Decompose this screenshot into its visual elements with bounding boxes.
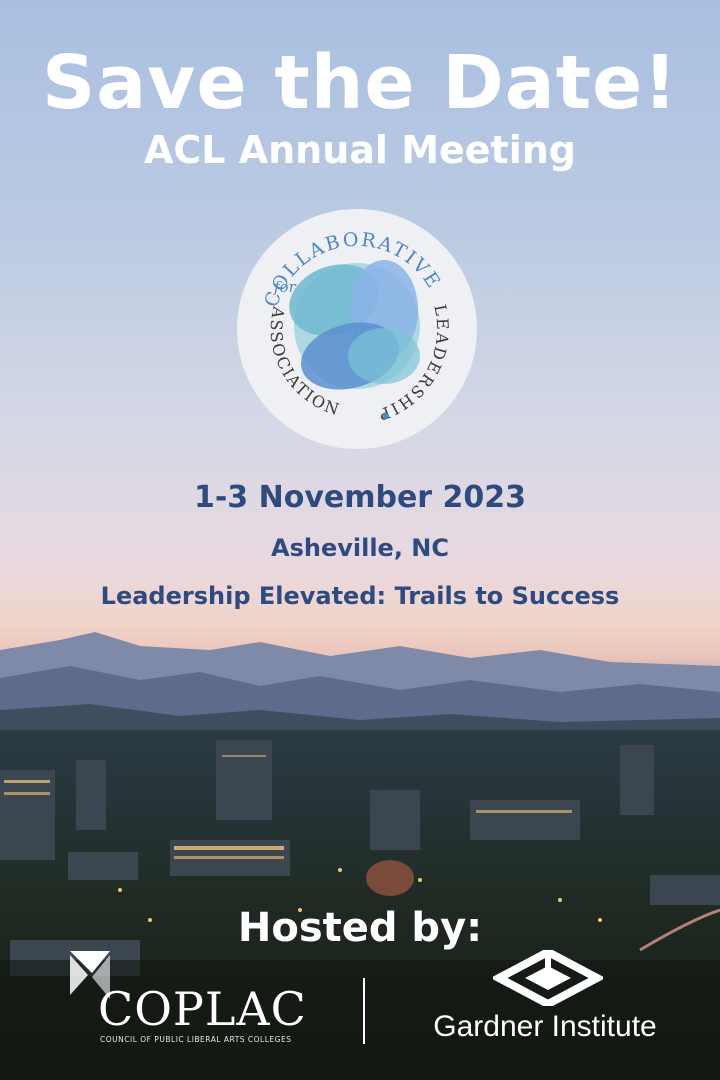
subheadline: ACL Annual Meeting	[143, 128, 576, 172]
event-dates: 1-3 November 2023	[193, 480, 527, 515]
coplac-name: COPLAC	[98, 982, 307, 1036]
acl-logo: COLLABORATIVE ASSOCIATION LEADERSHIP for	[237, 209, 477, 449]
event-poster: Save the Date! ACL Annual Meeting COLLAB…	[0, 0, 720, 1080]
logo-dot	[383, 413, 389, 419]
event-location: Asheville, NC	[271, 534, 449, 562]
headline: Save the Date!	[41, 40, 679, 126]
gardner-name: Gardner Institute	[433, 1010, 657, 1043]
logo-ring-text-for: for	[273, 278, 297, 296]
host-divider	[363, 978, 365, 1044]
event-theme: Leadership Elevated: Trails to Success	[100, 582, 620, 610]
coplac-subtitle: COUNCIL OF PUBLIC LIBERAL ARTS COLLEGES	[100, 1035, 292, 1044]
basilica-dome	[366, 860, 414, 896]
gardner-logo-icon	[493, 950, 603, 1006]
